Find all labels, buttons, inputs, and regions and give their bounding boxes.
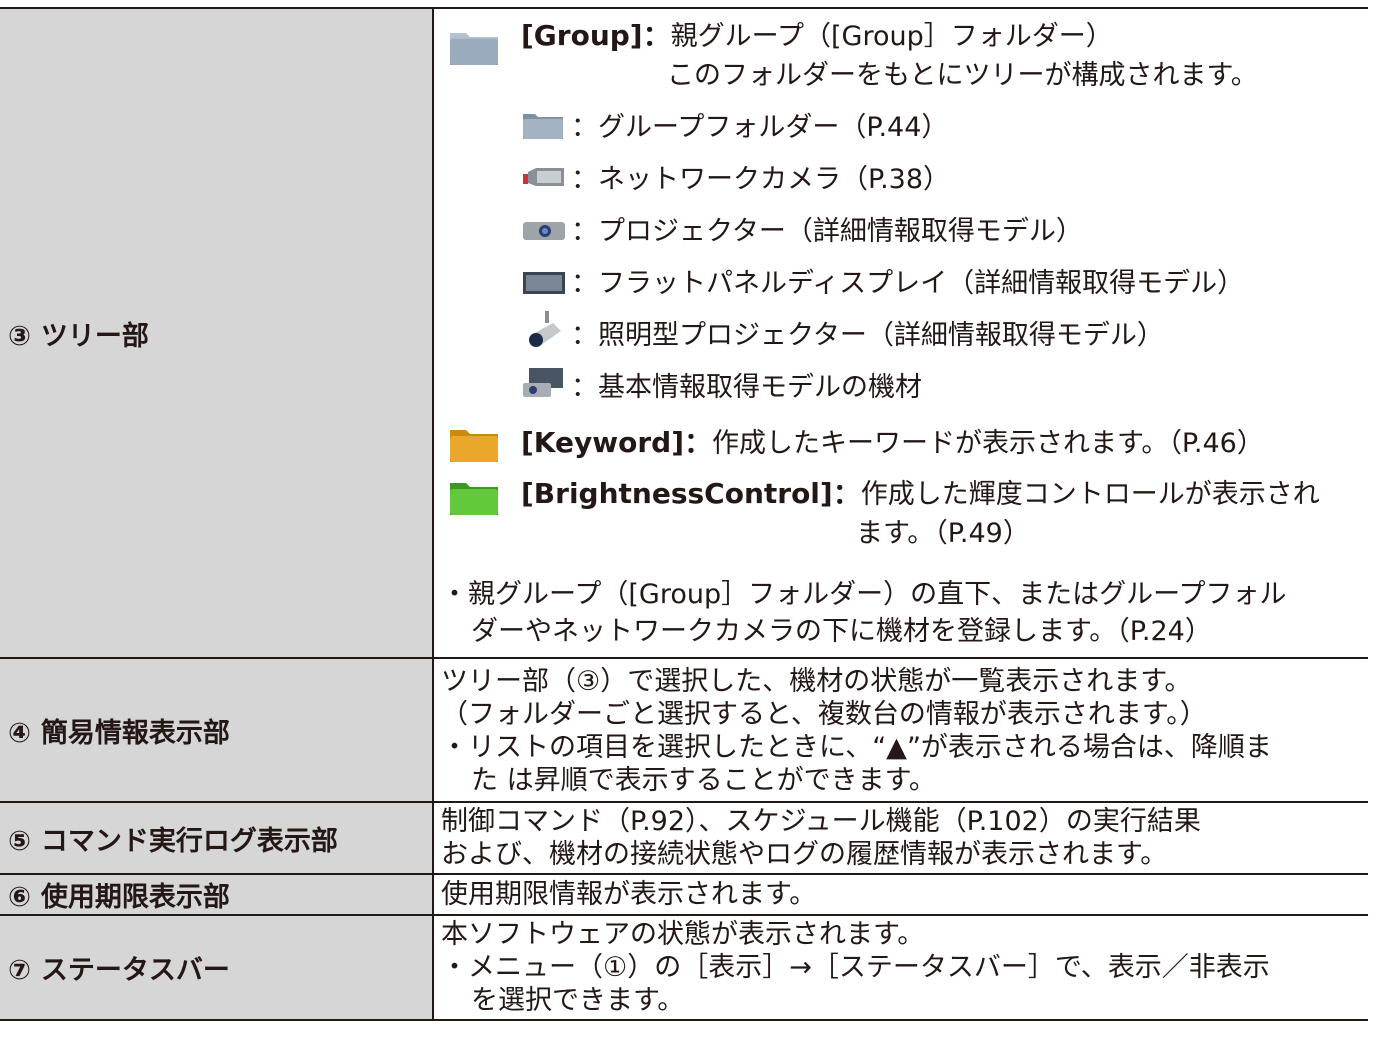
tree-item-text: ：プロジェクター（詳細情報取得モデル） [571,216,1083,247]
tree-note-line-1: ・親グループ（[Group］フォルダー）の直下、またはグループフォル [441,579,1287,610]
row-label-text: ツリー部 [40,320,149,352]
description-line: ツリー部（③）で選択した、機材の状態が一覧表示されます。 [441,666,1192,697]
row-description: 本ソフトウェアの状態が表示されます。 ・メニュー（①）の［表示］→［ステータスバ… [433,914,1368,1021]
tree-note-line-2: ダーやネットワークカメラの下に機材を登録します。（P.24） [471,616,1212,647]
group-folder-icon [450,33,498,65]
table-row: ④ 簡易情報表示部 ツリー部（③）で選択した、機材の状態が一覧表示されます。 （フ… [0,657,1368,803]
row-label-text: コマンド実行ログ表示部 [40,825,338,857]
row-description: 制御コマンド（P.92）、スケジュール機能（P.102）の実行結果 および、機材… [433,801,1368,875]
row-label-text: 使用期限表示部 [40,882,230,913]
description-line: ・メニュー（①）の［表示］→［ステータスバー］で、表示／非表示 [441,952,1270,983]
row-description: 使用期限情報が表示されます。 [433,873,1368,916]
flat-panel-display-icon [523,272,565,294]
basic-equipment-icon [523,368,563,397]
row-label: ⑤ コマンド実行ログ表示部 [0,801,434,875]
row-label: ④ 簡易情報表示部 [0,657,434,803]
table-row: ⑦ ステータスバー 本ソフトウェアの状態が表示されます。 ・メニュー（①）の［表示… [0,914,1368,1021]
table-row: ⑤ コマンド実行ログ表示部 制御コマンド（P.92）、スケジュール機能（P.102… [0,801,1368,875]
row-description: [Group]：親グループ（[Group］フォルダー） このフォルダーをもとにツ… [433,7,1368,659]
description-line: た は昇順で表示することができます。 [471,765,936,796]
tree-item-text: ：グループフォルダー（P.44） [571,112,949,143]
circled-number: ⑤ [8,825,31,857]
tree-item-text: ：ネットワークカメラ（P.38） [571,164,951,195]
brightness-folder-icon [450,483,498,515]
description-line: ・リストの項目を選択したときに、“▲”が表示される場合は、降順ま [441,732,1272,763]
description-line: および、機材の接続状態やログの履歴情報が表示されます。 [441,839,1168,870]
keyword-line: [Keyword]：作成したキーワードが表示されます。（P.46） [521,426,1264,460]
brightness-text: 作成した輝度コントロールが表示され [860,479,1320,510]
circled-number: ③ [8,320,31,352]
brightness-line-1: [BrightnessControl]：作成した輝度コントロールが表示され [521,477,1320,511]
row-label: ⑥ 使用期限表示部 [0,873,434,916]
projector-icon [523,222,565,240]
description-line: 使用期限情報が表示されます。 [441,879,817,910]
keyword-text: 作成したキーワードが表示されます。（P.46） [712,428,1264,459]
description-line: 本ソフトウェアの状態が表示されます。 [441,919,925,950]
row-label: ③ ツリー部 [0,7,434,659]
table-row: ⑥ 使用期限表示部 使用期限情報が表示されます。 [0,873,1368,916]
row-label-text: 簡易情報表示部 [40,717,230,749]
circled-number: ⑦ [8,955,31,986]
tree-item-text: ：基本情報取得モデルの機材 [571,372,922,403]
group-line-2: このフォルダーをもとにツリーが構成されます。 [667,60,1258,91]
tree-legend: [Group]：親グループ（[Group］フォルダー） このフォルダーをもとにツ… [441,9,1368,657]
row-description: ツリー部（③）で選択した、機材の状態が一覧表示されます。 （フォルダーごと選択す… [433,657,1368,803]
group-folder-icon [523,114,563,139]
lighting-projector-icon [529,311,561,347]
circled-number: ⑥ [8,882,31,913]
group-text: 親グループ（[Group］フォルダー） [670,21,1113,52]
group-key: [Group] [521,19,643,52]
description-line: 制御コマンド（P.92）、スケジュール機能（P.102）の実行結果 [441,806,1201,837]
circled-number: ④ [8,717,31,749]
brightness-key: [BrightnessControl] [521,477,833,510]
table-row: ③ ツリー部 [Group]：親グループ（[Group］フォルダー） このフォルダ… [0,7,1368,659]
description-line: を選択できます。 [471,985,685,1016]
spec-table: ③ ツリー部 [Group]：親グループ（[Group］フォルダー） このフォルダ… [0,7,1368,1021]
brightness-line-2: ます。（P.49） [856,518,1030,549]
row-label: ⑦ ステータスバー [0,914,434,1021]
row-label-text: ステータスバー [40,955,230,986]
keyword-folder-icon [450,430,498,462]
description-line: （フォルダーごと選択すると、複数台の情報が表示されます。） [441,699,1207,730]
group-sep: ： [642,19,671,52]
tree-item-text: ：照明型プロジェクター（詳細情報取得モデル） [571,320,1164,351]
tree-item-text: ：フラットパネルディスプレイ（詳細情報取得モデル） [571,268,1245,299]
keyword-key: [Keyword] [521,426,684,459]
group-line-1: [Group]：親グループ（[Group］フォルダー） [521,19,1113,53]
brightness-sep: ： [832,477,861,510]
keyword-sep: ： [684,426,713,459]
network-camera-icon [523,168,564,186]
